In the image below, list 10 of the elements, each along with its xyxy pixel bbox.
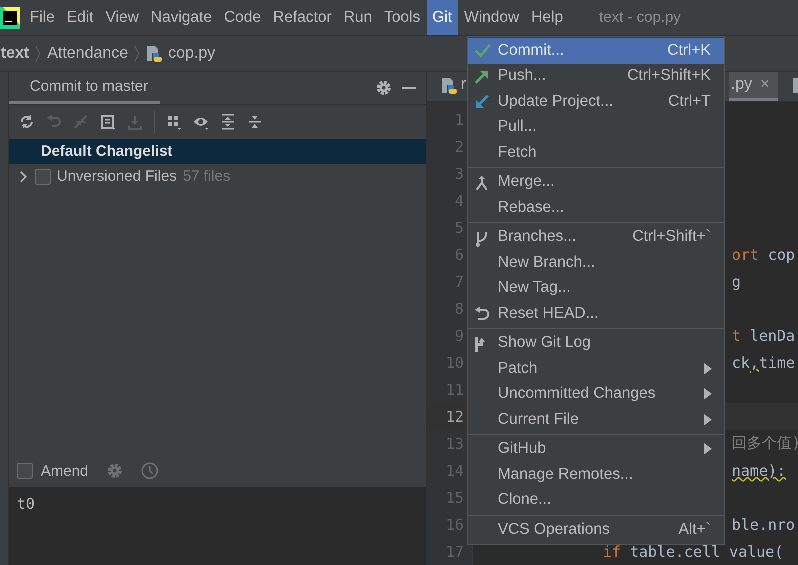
window-title: text - cop.py	[599, 8, 682, 28]
code-line: ble.nro	[732, 516, 796, 534]
code-line: if table.cell value(	[603, 542, 784, 560]
code-line: ort cop	[732, 246, 796, 264]
code-line: t lenDa	[732, 326, 796, 344]
code-line: 回多个值)	[732, 434, 798, 453]
file-count: 57 files	[183, 168, 231, 185]
code-line: name):	[732, 462, 786, 480]
code-line: g	[732, 272, 742, 290]
code-line: ck,time	[732, 354, 796, 372]
